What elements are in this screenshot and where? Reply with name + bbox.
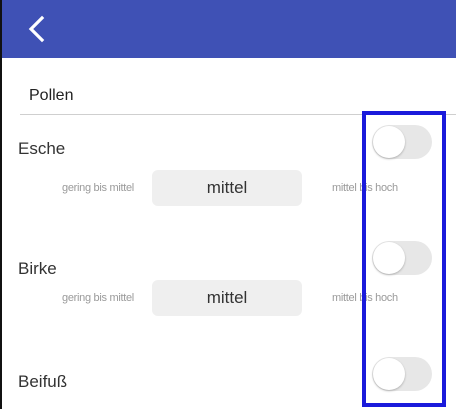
level-high-label: mittel bis hoch xyxy=(332,182,398,194)
toggle-esche[interactable] xyxy=(372,125,432,159)
toggle-birke[interactable] xyxy=(372,241,432,275)
toggle-beifuss[interactable] xyxy=(372,357,432,391)
toggle-knob xyxy=(373,358,405,390)
section-title: Pollen xyxy=(29,87,74,104)
back-button[interactable] xyxy=(24,14,50,44)
chevron-left-icon xyxy=(24,14,50,44)
level-low-label: gering bis mittel xyxy=(62,182,134,194)
item-title-esche: Esche xyxy=(18,139,66,158)
level-high-label: mittel bis hoch xyxy=(332,292,398,304)
level-low-label: gering bis mittel xyxy=(62,292,134,304)
item-title-birke: Birke xyxy=(18,259,57,278)
level-value-birke[interactable]: mittel xyxy=(152,280,302,316)
divider xyxy=(20,114,456,115)
toggle-knob xyxy=(373,126,405,158)
app-bar xyxy=(2,0,456,58)
item-title-beifuss: Beifuß xyxy=(18,372,68,391)
level-value-esche[interactable]: mittel xyxy=(152,170,302,206)
toggle-knob xyxy=(373,242,405,274)
